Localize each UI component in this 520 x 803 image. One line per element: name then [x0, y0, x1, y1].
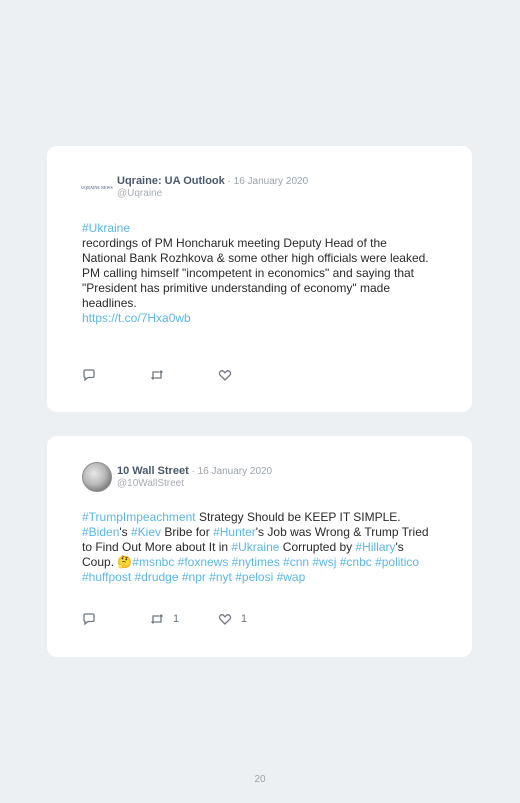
tweet-header: UQRAINE.NEWS Uqraine: UA Outlook · 16 Ja…: [81, 172, 308, 202]
tweet-text-segment: recordings of PM Honcharuk meeting Deput…: [82, 236, 429, 265]
hashtag-link[interactable]: #Kiev: [131, 525, 161, 539]
hashtag-link[interactable]: #Hillary: [356, 540, 396, 554]
tweet-text: #TrumpImpeachment Strategy Should be KEE…: [82, 510, 432, 585]
retweet-icon: [151, 370, 163, 380]
author-block: 10 Wall Street · 16 January 2020 @10Wall…: [117, 465, 272, 489]
tweet-text-segment: PM calling himself "incompetent in econo…: [82, 266, 415, 310]
retweet-button[interactable]: 1: [150, 612, 218, 626]
tweet-header: 10 Wall Street · 16 January 2020 @10Wall…: [82, 462, 272, 492]
avatar[interactable]: [82, 462, 112, 492]
reply-icon: [83, 613, 95, 626]
page-number: 20: [254, 774, 266, 785]
tweet-card: UQRAINE.NEWS Uqraine: UA Outlook · 16 Ja…: [47, 146, 472, 412]
avatar-logo-text: UQRAINE.NEWS: [81, 184, 113, 190]
hashtag-link[interactable]: #Ukraine: [231, 540, 279, 554]
like-button[interactable]: [218, 368, 286, 382]
tweet-text-segment: Bribe for: [161, 525, 214, 539]
author-handle[interactable]: @10WallStreet: [117, 478, 272, 489]
hashtag-link[interactable]: #Hunter: [213, 525, 256, 539]
hashtag-link[interactable]: #Biden: [82, 525, 119, 539]
reply-icon: [83, 369, 95, 382]
avatar[interactable]: UQRAINE.NEWS: [81, 172, 113, 202]
retweet-icon: [151, 614, 163, 624]
author-name[interactable]: Uqraine: UA Outlook: [117, 175, 225, 187]
tweet-text-segment: Strategy Should be KEEP IT SIMPLE.: [195, 510, 401, 524]
retweet-button[interactable]: [150, 368, 218, 382]
tweet-date: · 16 January 2020: [224, 176, 309, 187]
reply-button[interactable]: [82, 368, 150, 382]
tweet-text: #Ukraine recordings of PM Honcharuk meeti…: [82, 221, 432, 326]
hashtag-link[interactable]: #Ukraine: [82, 221, 130, 235]
tweet-actions: 1 1: [82, 612, 286, 626]
tweet-text-segment: Corrupted by: [279, 540, 356, 554]
tweet-date: · 16 January 2020: [188, 466, 273, 477]
tweet-actions: [82, 368, 286, 382]
hashtag-link[interactable]: #TrumpImpeachment: [82, 510, 196, 524]
tweet-text-segment: 's: [119, 525, 131, 539]
like-count: 1: [241, 613, 248, 625]
like-icon: [218, 370, 232, 381]
hashtag-link[interactable]: https://t.co/7Hxa0wb: [82, 311, 191, 325]
retweet-count: 1: [173, 613, 180, 625]
author-block: Uqraine: UA Outlook · 16 January 2020 @U…: [117, 175, 308, 199]
hashtag-link[interactable]: #msnbc #foxnews #nytimes #cnn #wsj #cnbc…: [82, 555, 419, 584]
author-handle[interactable]: @Uqraine: [117, 188, 308, 199]
author-name[interactable]: 10 Wall Street: [117, 465, 189, 477]
reply-button[interactable]: [82, 612, 150, 626]
like-button[interactable]: 1: [218, 612, 286, 626]
like-icon: [218, 614, 232, 625]
tweet-card: 10 Wall Street · 16 January 2020 @10Wall…: [47, 436, 472, 657]
